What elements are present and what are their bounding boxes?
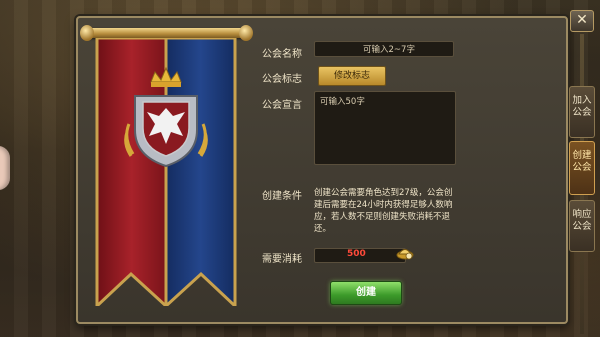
guild-declaration-input[interactable]: 可输入50字 — [314, 91, 456, 165]
modify-emblem-button[interactable]: 修改标志 — [318, 66, 386, 86]
offscreen-character-edge — [0, 146, 10, 190]
rod-end-left — [80, 25, 94, 41]
guild-name-label: 公会名称 — [262, 49, 302, 60]
guild-emblem-label: 公会标志 — [262, 74, 302, 85]
close-icon[interactable]: ✕ — [570, 10, 594, 32]
banner-graphic — [95, 38, 237, 306]
guild-name-input[interactable]: 可输入2~7字 — [314, 41, 454, 57]
guild-banner — [93, 38, 239, 306]
guild-declaration-label: 公会宣言 — [262, 100, 302, 111]
create-conditions-text: 创建公会需要角色达到27级，公会创建后需要在24小时内获得足够人数响应，若人数不… — [314, 188, 453, 234]
banner-rod — [85, 28, 247, 38]
create-button[interactable]: 创建 — [330, 281, 402, 305]
tab-respond-guild[interactable]: 响应公会 — [569, 200, 595, 252]
create-conditions-label: 创建条件 — [262, 191, 302, 202]
rod-end-right — [239, 25, 253, 41]
tab-join-guild[interactable]: 加入公会 — [569, 86, 595, 138]
gold-ingot-icon — [396, 243, 414, 261]
cost-value: 500 — [347, 249, 366, 259]
tab-create-guild[interactable]: 创建公会 — [569, 141, 595, 195]
cost-label: 需要消耗 — [262, 254, 302, 265]
